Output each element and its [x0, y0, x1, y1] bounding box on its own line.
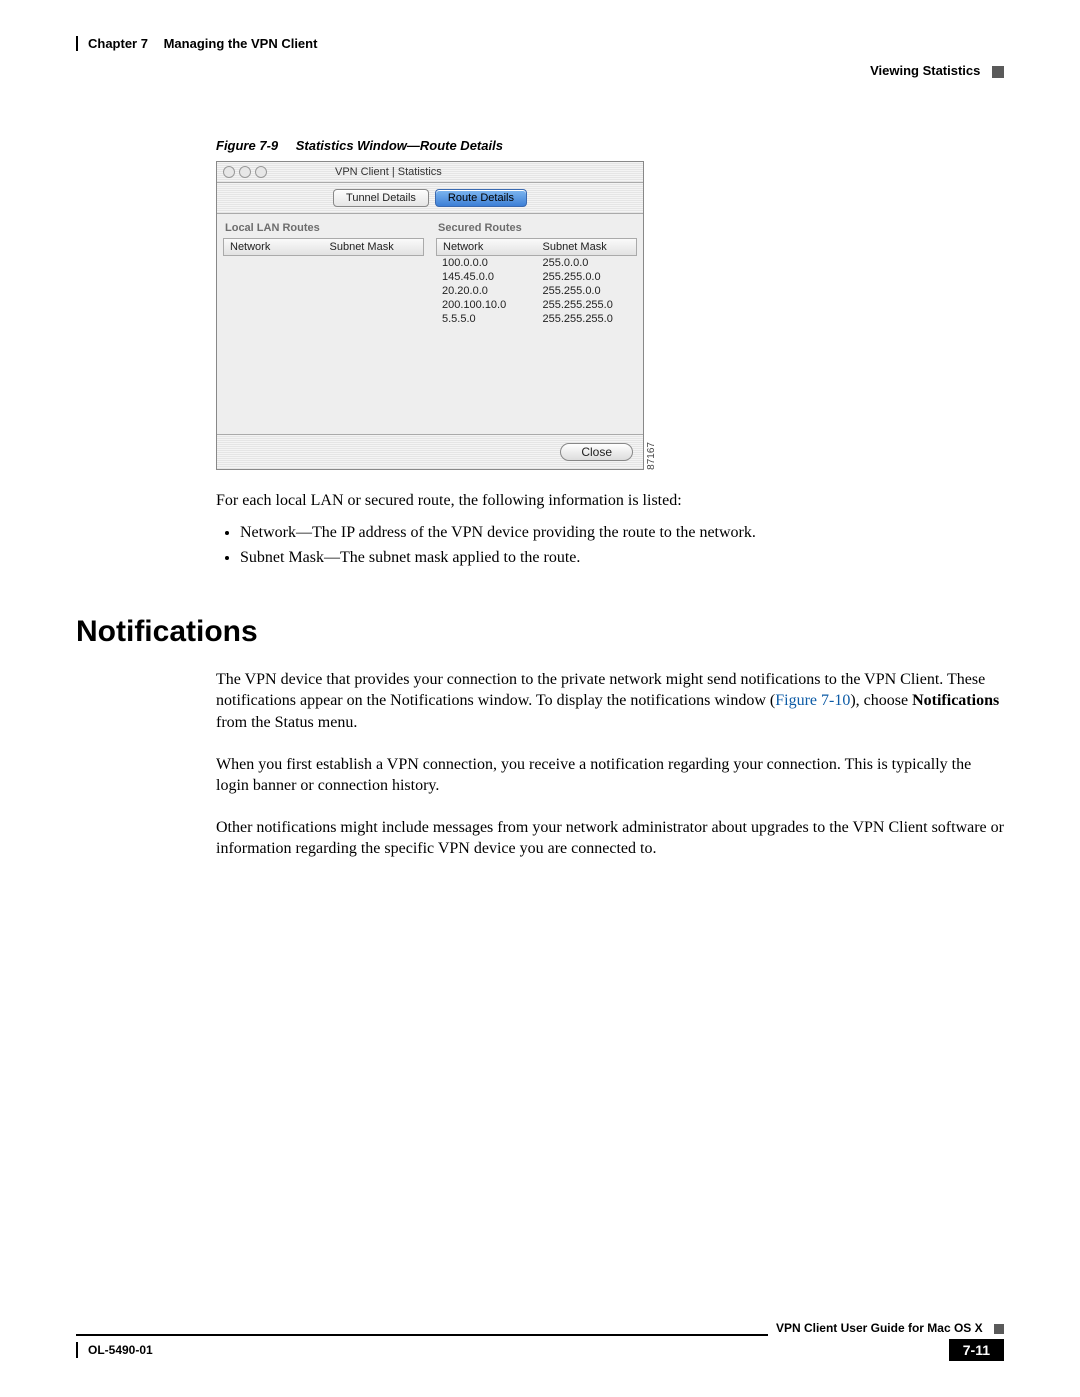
- cell-network: 20.20.0.0: [436, 284, 537, 298]
- local-lan-title: Local LAN Routes: [223, 220, 424, 238]
- cell-mask: 255.255.255.0: [537, 312, 638, 326]
- close-button[interactable]: Close: [560, 443, 633, 461]
- figure-title: Statistics Window—Route Details: [296, 138, 503, 153]
- bullet-subnet: Subnet Mask—The subnet mask applied to t…: [240, 545, 1004, 571]
- chapter-title: Managing the VPN Client: [164, 36, 318, 51]
- header-marker-icon: [992, 66, 1004, 78]
- traffic-lights[interactable]: [223, 166, 267, 178]
- tab-bar: Tunnel Details Route Details: [217, 183, 643, 214]
- secured-col-network[interactable]: Network: [437, 239, 537, 255]
- tab-route-details[interactable]: Route Details: [435, 189, 527, 207]
- doc-number: OL-5490-01: [88, 1343, 943, 1357]
- cell-network: 5.5.5.0: [436, 312, 537, 326]
- cell-mask: 255.0.0.0: [537, 256, 638, 270]
- tab-tunnel-details[interactable]: Tunnel Details: [333, 189, 429, 207]
- figure-ref-link[interactable]: Figure 7-10: [775, 692, 850, 709]
- bold-menu-item: Notifications: [912, 692, 999, 709]
- paragraph-notifications-1: The VPN device that provides your connec…: [216, 669, 1004, 734]
- cell-network: 100.0.0.0: [436, 256, 537, 270]
- running-head-left: Chapter 7 Managing the VPN Client: [76, 36, 1004, 51]
- running-head-right: Viewing Statistics: [76, 63, 1004, 78]
- table-row[interactable]: 100.0.0.0 255.0.0.0: [436, 256, 637, 270]
- footer-marker-icon: [994, 1324, 1004, 1334]
- bullet-list: Network—The IP address of the VPN device…: [216, 520, 1004, 571]
- local-col-network[interactable]: Network: [224, 239, 324, 255]
- heading-notifications: Notifications: [76, 615, 1004, 649]
- bullet-network: Network—The IP address of the VPN device…: [240, 520, 1004, 546]
- secured-col-mask[interactable]: Subnet Mask: [537, 239, 637, 255]
- table-row[interactable]: 5.5.5.0 255.255.255.0: [436, 312, 637, 326]
- guide-title: VPN Client User Guide for Mac OS X: [776, 1321, 983, 1335]
- secured-header-row: Network Subnet Mask: [436, 238, 637, 256]
- table-row[interactable]: 200.100.10.0 255.255.255.0: [436, 298, 637, 312]
- cell-network: 200.100.10.0: [436, 298, 537, 312]
- cell-mask: 255.255.0.0: [537, 284, 638, 298]
- table-row[interactable]: 20.20.0.0 255.255.0.0: [436, 284, 637, 298]
- paragraph-intro: For each local LAN or secured route, the…: [216, 490, 1004, 512]
- text-span: from the Status menu.: [216, 714, 357, 731]
- page-number: 7-11: [949, 1339, 1004, 1361]
- figure-number: Figure 7-9: [216, 138, 278, 153]
- local-col-mask[interactable]: Subnet Mask: [324, 239, 424, 255]
- section-name: Viewing Statistics: [870, 63, 980, 78]
- figure-caption: Figure 7-9 Statistics Window—Route Detai…: [216, 138, 1004, 153]
- image-id: 87167: [646, 442, 657, 470]
- local-header-row: Network Subnet Mask: [223, 238, 424, 256]
- minimize-window-icon[interactable]: [239, 166, 251, 178]
- screenshot: VPN Client | Statistics Tunnel Details R…: [216, 161, 1004, 470]
- local-lan-pane: Local LAN Routes Network Subnet Mask: [217, 214, 430, 434]
- close-window-icon[interactable]: [223, 166, 235, 178]
- tab-route-details-label: Route Details: [448, 192, 514, 204]
- page-footer: VPN Client User Guide for Mac OS X OL-54…: [76, 1321, 1004, 1361]
- cell-network: 145.45.0.0: [436, 270, 537, 284]
- secured-pane: Secured Routes Network Subnet Mask 100.0…: [430, 214, 643, 434]
- window-title: VPN Client | Statistics: [335, 166, 442, 178]
- secured-title: Secured Routes: [436, 220, 637, 238]
- footer-rule-icon: [76, 1342, 78, 1358]
- chapter-number: Chapter 7: [88, 36, 148, 51]
- table-row[interactable]: 145.45.0.0 255.255.0.0: [436, 270, 637, 284]
- paragraph-notifications-3: Other notifications might include messag…: [216, 817, 1004, 860]
- cell-mask: 255.255.0.0: [537, 270, 638, 284]
- window-titlebar: VPN Client | Statistics: [217, 162, 643, 183]
- zoom-window-icon[interactable]: [255, 166, 267, 178]
- cell-mask: 255.255.255.0: [537, 298, 638, 312]
- text-span: ), choose: [850, 692, 912, 709]
- paragraph-notifications-2: When you first establish a VPN connectio…: [216, 754, 1004, 797]
